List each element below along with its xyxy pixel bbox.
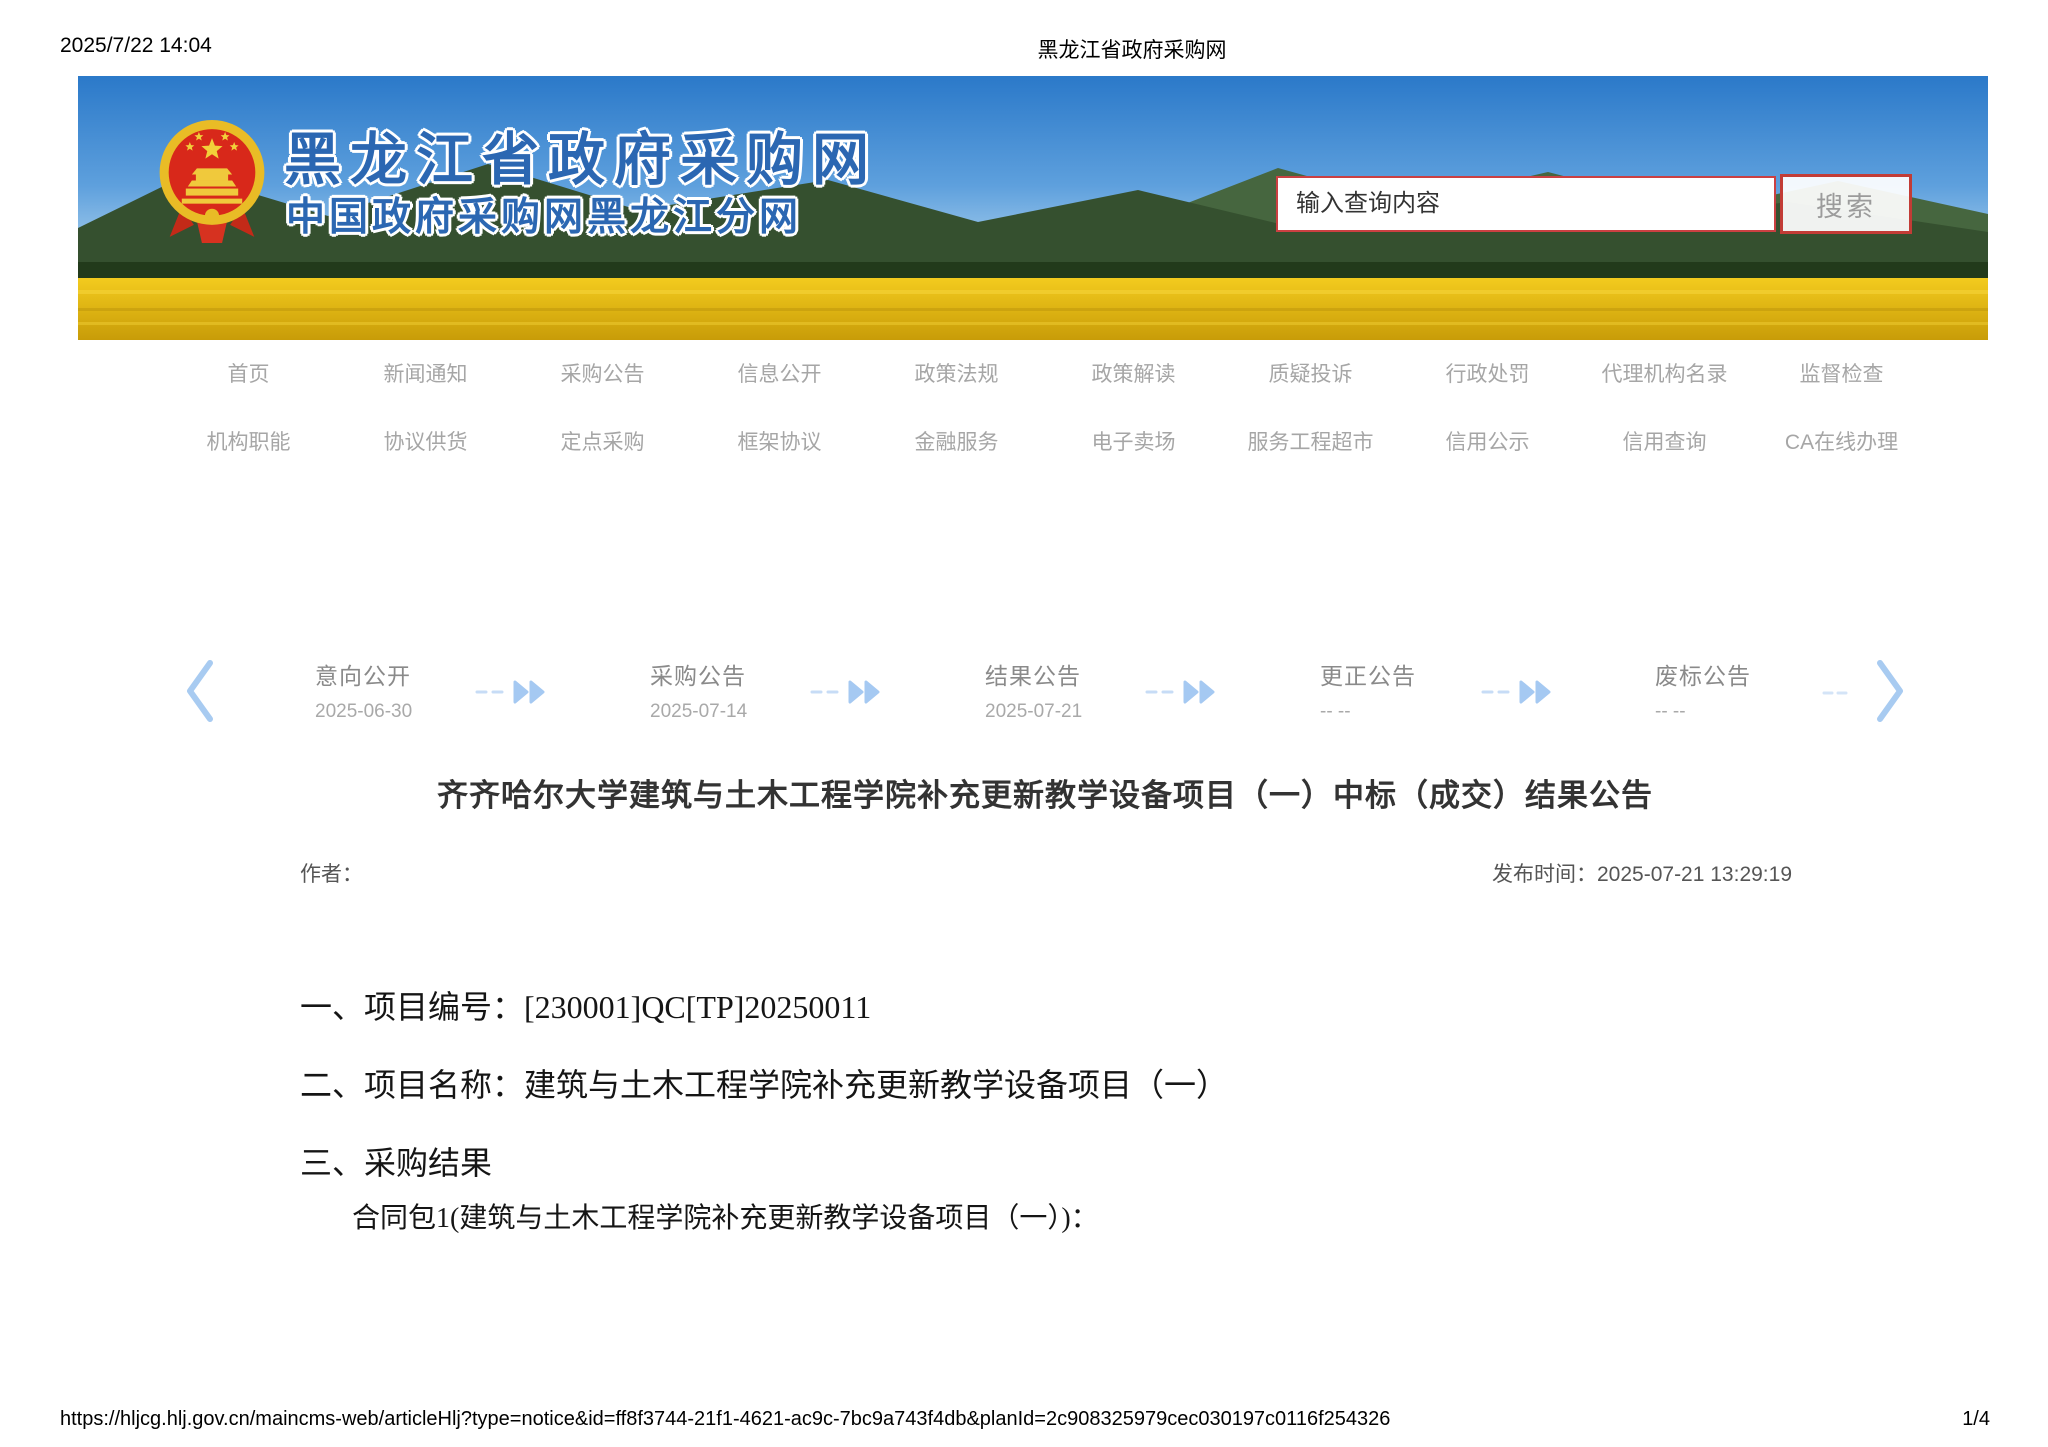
nav-item-complaints[interactable]: 质疑投诉 [1222,358,1399,388]
timeline-step-intention-publicity[interactable]: 意向公开 2025-06-30 [315,657,495,723]
print-page: 2025/7/22 14:04 黑龙江省政府采购网 黑龙江省政府采购网 中国政府… [0,0,2048,1447]
search-input[interactable] [1276,176,1776,232]
article-publish-time: 发布时间：2025-07-21 13:29:19 [1492,863,1792,886]
nav-item-supervision[interactable]: 监督检查 [1753,358,1930,388]
timeline-dash-icon [1822,691,1848,695]
nav-item-org-functions[interactable]: 机构职能 [160,426,337,456]
timeline-step-label: 采购公告 [650,663,746,689]
nav-item-e-marketplace[interactable]: 电子卖场 [1045,426,1222,456]
timeline-arrow-icon [810,680,880,704]
site-subtitle: 中国政府采购网黑龙江分网 [286,196,803,239]
article-paragraph-contract-package: 合同包1(建筑与土木工程学院补充更新教学设备项目（一）)： [352,1203,1099,1234]
nav-item-ca-online[interactable]: CA在线办理 [1753,426,1930,456]
nav-item-agreement-supply[interactable]: 协议供货 [337,426,514,456]
timeline-step-result-notice[interactable]: 结果公告 2025-07-21 [985,657,1165,723]
timeline-step-date: 2025-06-30 [315,701,413,722]
nav-item-credit-publicity[interactable]: 信用公示 [1399,426,1576,456]
nav-item-agency-directory[interactable]: 代理机构名录 [1576,358,1753,388]
national-emblem-logo[interactable] [150,114,274,250]
article-paragraph-result-heading: 三、采购结果 [300,1145,493,1181]
nav-item-procurement-notices[interactable]: 采购公告 [514,358,691,388]
timeline-step-date: -- -- [1655,701,1686,722]
timeline-step-date: 2025-07-14 [650,701,748,722]
nav-item-news[interactable]: 新闻通知 [337,358,514,388]
main-nav: 首页 新闻通知 采购公告 信息公开 政策法规 政策解读 质疑投诉 行政处罚 代理… [160,358,1930,456]
timeline-arrow-icon [1145,680,1215,704]
timeline-step-date: 2025-07-21 [985,701,1083,722]
timeline-step-label: 更正公告 [1320,663,1416,689]
print-page-title: 黑龙江省政府采购网 [1037,39,1227,62]
print-datetime: 2025/7/22 14:04 [60,34,212,57]
process-timeline: 意向公开 2025-06-30 采购公告 2025-07-14 结果公告 202… [0,645,2048,745]
nav-item-credit-inquiry[interactable]: 信用查询 [1576,426,1753,456]
timeline-step-cancellation-notice[interactable]: 废标公告 -- -- [1655,657,1835,723]
article-paragraph-project-number: 一、项目编号：[230001]QC[TP]20250011 [300,989,872,1025]
article-meta: 作者： 发布时间：2025-07-21 13:29:19 [300,858,1792,888]
site-title[interactable]: 黑龙江省政府采购网 [284,114,878,196]
print-page-number: 1/4 [1962,1408,1990,1430]
nav-item-financial-services[interactable]: 金融服务 [868,426,1045,456]
timeline-arrow-icon [1481,680,1551,704]
timeline-step-date: -- -- [1320,701,1351,722]
timeline-arrow-icon [475,680,545,704]
nav-item-admin-penalty[interactable]: 行政处罚 [1399,358,1576,388]
nav-item-policy-interpretation[interactable]: 政策解读 [1045,358,1222,388]
search-button[interactable]: 搜索 [1780,174,1912,234]
next-arrow-icon[interactable] [1874,659,1908,723]
article-paragraph-project-name: 二、项目名称：建筑与土木工程学院补充更新教学设备项目（一） [300,1067,1229,1103]
nav-item-info-disclosure[interactable]: 信息公开 [691,358,868,388]
timeline-step-procurement-notice[interactable]: 采购公告 2025-07-14 [650,657,830,723]
print-url: https://hljcg.hlj.gov.cn/maincms-web/art… [60,1408,1391,1430]
article-title: 齐齐哈尔大学建筑与土木工程学院补充更新教学设备项目（一）中标（成交）结果公告 [437,778,1653,813]
nav-item-framework-agreement[interactable]: 框架协议 [691,426,868,456]
timeline-step-label: 意向公开 [315,663,411,689]
timeline-step-label: 废标公告 [1655,663,1751,689]
prev-arrow-icon[interactable] [182,659,216,723]
nav-item-home[interactable]: 首页 [160,358,337,388]
nav-item-policies[interactable]: 政策法规 [868,358,1045,388]
nav-item-designated-procurement[interactable]: 定点采购 [514,426,691,456]
article-author-label: 作者： [300,863,363,886]
timeline-step-correction-notice[interactable]: 更正公告 -- -- [1320,657,1500,723]
timeline-step-label: 结果公告 [985,663,1081,689]
site-banner: 黑龙江省政府采购网 中国政府采购网黑龙江分网 搜索 [78,76,1988,340]
nav-item-service-project-mall[interactable]: 服务工程超市 [1222,426,1399,456]
